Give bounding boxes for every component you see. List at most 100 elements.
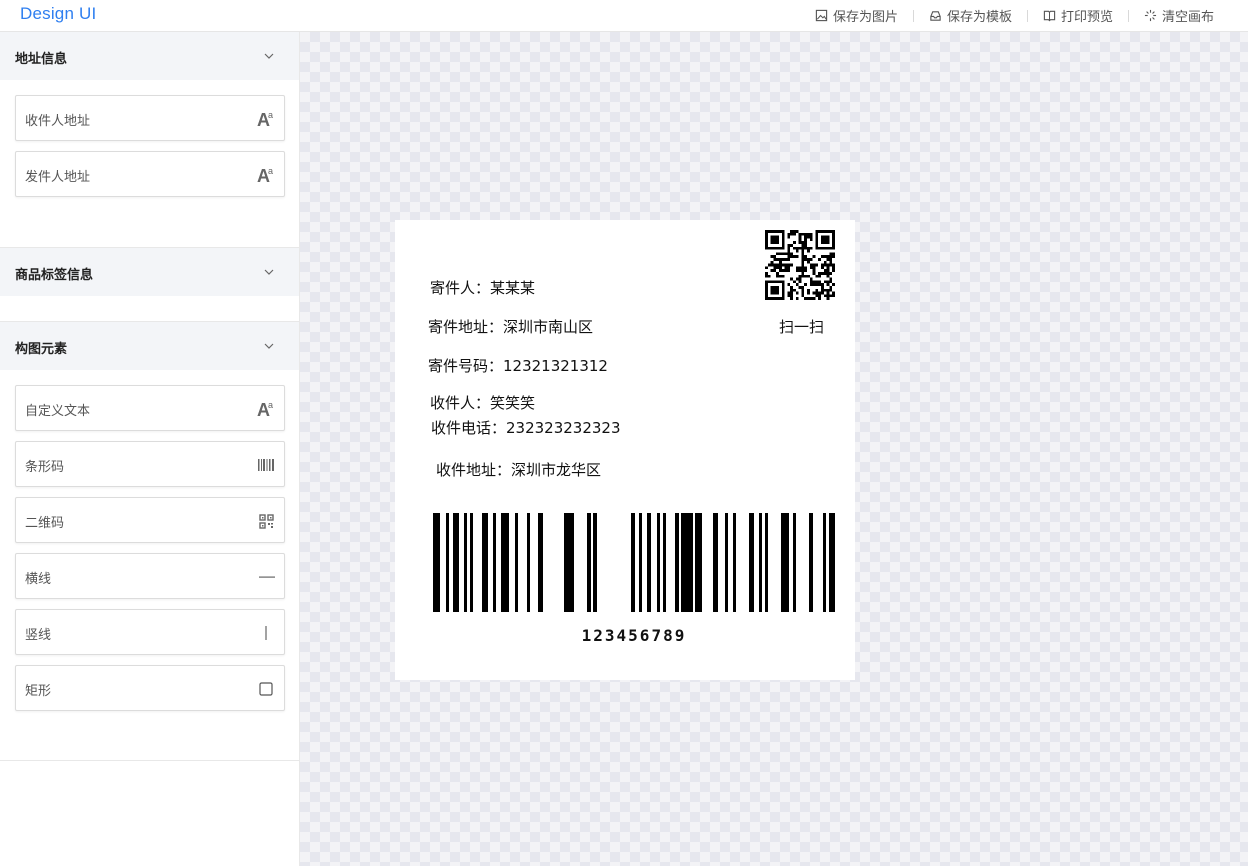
clear-canvas-button[interactable]: 清空画布: [1144, 6, 1214, 25]
chevron-down-icon: [264, 343, 274, 349]
component-qrcode[interactable]: 二维码: [15, 497, 285, 543]
sender-name-text[interactable]: 寄件人：某某某: [430, 277, 535, 298]
qr-module: [812, 283, 816, 286]
save-image-button[interactable]: 保存为图片: [815, 6, 898, 25]
qr-module: [809, 238, 813, 242]
receiver-name-text[interactable]: 收件人：笑笑笑: [430, 392, 535, 413]
qr-module: [765, 230, 768, 233]
qr-module: [801, 249, 805, 253]
design-canvas[interactable]: 寄件人：某某某 寄件地址：深圳市南山区 寄件号码：12321321312 收件人…: [300, 32, 1248, 866]
qr-module: [821, 238, 824, 242]
qr-module: [776, 288, 779, 292]
qr-caption-text[interactable]: 扫一扫: [779, 316, 824, 337]
qr-module: [801, 266, 805, 270]
qr-module: [787, 258, 791, 261]
qr-module: [779, 280, 782, 284]
qr-module: [809, 297, 813, 300]
qr-module: [832, 252, 835, 256]
qr-module: [798, 235, 802, 239]
qr-module: [765, 280, 768, 284]
qr-module: [770, 269, 774, 272]
qr-module: [804, 258, 807, 261]
section-product-header[interactable]: 商品标签信息: [0, 248, 299, 296]
receiver-address-text[interactable]: 收件地址：深圳市龙华区: [436, 459, 601, 480]
barcode-number-text[interactable]: 123456789: [395, 626, 873, 645]
qr-module: [826, 266, 830, 270]
qr-module: [765, 288, 768, 292]
qr-module: [773, 297, 777, 300]
qr-module: [829, 286, 833, 289]
qr-module: [781, 235, 785, 239]
qr-module: [821, 246, 824, 250]
chevron-down-icon: [264, 53, 274, 59]
qr-module: [832, 283, 835, 286]
qr-module: [815, 274, 819, 278]
qr-module: [776, 241, 779, 244]
qr-module: [807, 291, 810, 295]
qr-module: [818, 283, 821, 286]
qr-module: [801, 263, 805, 267]
qr-module: [787, 269, 791, 272]
qr-module: [795, 297, 799, 300]
qr-module: [770, 235, 774, 239]
qr-module: [807, 249, 810, 253]
qr-module: [781, 232, 785, 236]
barcode-bar: [793, 513, 796, 612]
component-barcode[interactable]: 条形码: [15, 441, 285, 487]
qr-module: [795, 230, 799, 233]
qrcode-image[interactable]: [765, 230, 835, 300]
qrcode-icon: [257, 511, 275, 531]
toolbar-separator: [1127, 9, 1129, 22]
qr-module: [798, 232, 802, 236]
section-address-header[interactable]: 地址信息: [0, 32, 299, 80]
sender-phone-text[interactable]: 寄件号码：12321321312: [428, 355, 608, 376]
qr-module: [823, 288, 827, 292]
qr-module: [826, 238, 830, 242]
qr-module: [773, 246, 777, 250]
barcode-image[interactable]: [433, 513, 835, 612]
qr-module: [807, 260, 810, 264]
qr-module: [776, 238, 779, 242]
qr-module: [779, 269, 782, 272]
qr-module: [784, 266, 788, 270]
print-preview-button[interactable]: 打印预览: [1043, 6, 1113, 25]
qr-module: [770, 246, 774, 250]
qr-module: [776, 252, 779, 256]
component-vertical-line[interactable]: 竖线: [15, 609, 285, 655]
shipping-label[interactable]: 寄件人：某某某 寄件地址：深圳市南山区 寄件号码：12321321312 收件人…: [395, 220, 855, 680]
barcode-bar: [538, 513, 543, 612]
qr-module: [787, 249, 791, 253]
sender-address-text[interactable]: 寄件地址：深圳市南山区: [428, 316, 593, 337]
qr-module: [793, 280, 796, 284]
component-custom-text[interactable]: 自定义文本 Aa: [15, 385, 285, 431]
save-template-button[interactable]: 保存为模板: [929, 6, 1012, 25]
qr-module: [826, 235, 830, 239]
qr-module: [804, 297, 807, 300]
qr-module: [807, 288, 810, 292]
section-compose-header[interactable]: 构图元素: [0, 322, 299, 370]
component-label: 发件人地址: [25, 170, 91, 185]
component-rectangle[interactable]: 矩形: [15, 665, 285, 711]
qr-module: [776, 297, 779, 300]
qr-module: [787, 283, 791, 286]
qr-module: [829, 294, 833, 298]
qr-module: [781, 291, 785, 295]
book-icon: [1043, 10, 1056, 22]
receiver-phone-text[interactable]: 收件电话：232323232323: [431, 417, 621, 438]
qr-module: [798, 274, 802, 278]
qr-module: [770, 260, 774, 264]
qr-module: [821, 283, 824, 286]
qr-module: [779, 258, 782, 261]
toolbar-actions: 保存为图片 保存为模板 打印预览 清空画布: [815, 6, 1214, 25]
component-horizontal-line[interactable]: 横线: [15, 553, 285, 599]
component-receiver-address[interactable]: 收件人地址 Aa: [15, 95, 285, 141]
barcode-bar: [647, 513, 651, 612]
qr-module: [776, 272, 779, 275]
qr-module: [804, 235, 807, 239]
qr-module: [804, 274, 807, 278]
qr-module: [790, 277, 793, 281]
qr-module: [776, 235, 779, 239]
component-sender-address[interactable]: 发件人地址 Aa: [15, 151, 285, 197]
barcode-bar: [639, 513, 642, 612]
qr-module: [790, 232, 793, 236]
